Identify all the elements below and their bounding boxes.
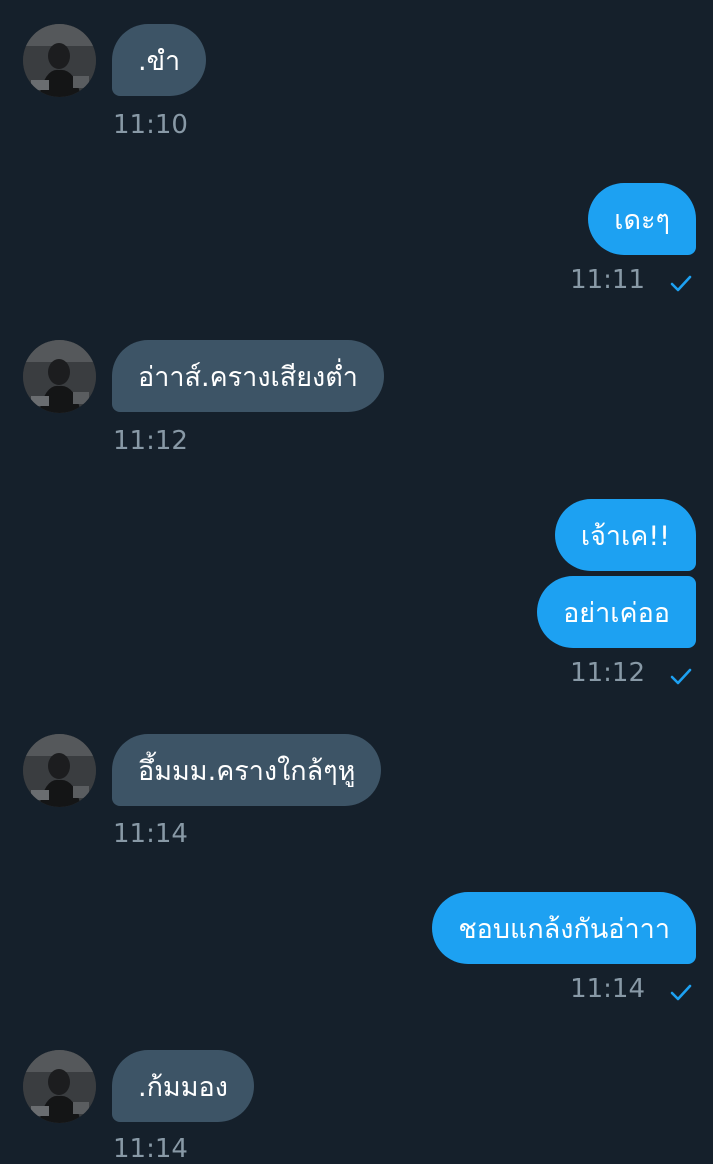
- message-bubble[interactable]: อึ้มมม.ครางใกล้ๆหู: [112, 734, 382, 806]
- message-bubble[interactable]: เจ้าเค!!: [554, 499, 696, 571]
- message-bubble[interactable]: อย่าเค่ออ: [537, 576, 696, 648]
- message-text: อ่าาส์.ครางเสียงต่ำ: [138, 361, 358, 393]
- sent-check-icon: [670, 668, 692, 685]
- message-text: เดะๆ: [614, 204, 670, 236]
- message-text: เจ้าเค!!: [580, 520, 670, 552]
- message-bubble[interactable]: เดะๆ: [588, 183, 696, 255]
- message-timestamp: 11:10: [113, 110, 188, 140]
- message-text: อย่าเค่ออ: [563, 597, 670, 629]
- message-bubble[interactable]: อ่าาส์.ครางเสียงต่ำ: [112, 340, 384, 412]
- sent-check-icon: [670, 984, 692, 1001]
- avatar[interactable]: [23, 24, 96, 97]
- sent-check-icon: [670, 275, 692, 292]
- avatar[interactable]: [23, 734, 96, 807]
- message-text: .ก้มมอง: [138, 1071, 228, 1103]
- message-timestamp: 11:14: [570, 974, 645, 1004]
- message-text: .ขำ: [138, 45, 181, 77]
- message-timestamp: 11:12: [113, 426, 188, 456]
- message-timestamp: 11:11: [570, 265, 645, 295]
- message-timestamp: 11:14: [113, 819, 188, 849]
- avatar[interactable]: [23, 1050, 96, 1123]
- message-text: อึ้มมม.ครางใกล้ๆหู: [138, 755, 356, 787]
- message-timestamp: 11:14: [113, 1134, 188, 1164]
- message-text: ชอบแกล้งกันอ่าาา: [458, 913, 670, 945]
- message-timestamp: 11:12: [570, 658, 645, 688]
- message-bubble[interactable]: .ก้มมอง: [112, 1050, 254, 1122]
- message-bubble[interactable]: .ขำ: [112, 24, 207, 96]
- avatar[interactable]: [23, 340, 96, 413]
- message-bubble[interactable]: ชอบแกล้งกันอ่าาา: [432, 892, 696, 964]
